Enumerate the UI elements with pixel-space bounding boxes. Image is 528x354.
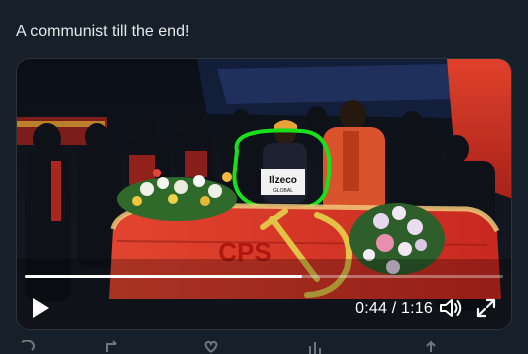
progress-bar[interactable]: [25, 275, 503, 278]
tweet-text: A communist till the end!: [16, 23, 190, 40]
svg-text:Ilzeco: Ilzeco: [269, 175, 297, 186]
svg-text:GLOBAL: GLOBAL: [273, 188, 293, 194]
views-icon[interactable]: [306, 340, 324, 354]
tweet-actions: [0, 340, 528, 354]
play-icon: [33, 298, 49, 318]
retweet-icon[interactable]: [104, 340, 122, 354]
play-button[interactable]: [31, 297, 51, 319]
video-frame: Ilzeco GLOBAL CPS: [17, 59, 511, 329]
video-player[interactable]: Ilzeco GLOBAL CPS 0:44 / 1:16: [16, 58, 512, 330]
volume-icon: [440, 299, 462, 317]
progress-fill: [25, 275, 303, 278]
like-icon[interactable]: [202, 340, 220, 354]
fullscreen-button[interactable]: [475, 297, 497, 319]
volume-button[interactable]: [439, 297, 463, 319]
fullscreen-icon: [476, 298, 496, 318]
time-display: 0:44 / 1:16: [355, 300, 433, 317]
share-icon[interactable]: [422, 340, 440, 354]
reply-icon[interactable]: [18, 340, 36, 354]
